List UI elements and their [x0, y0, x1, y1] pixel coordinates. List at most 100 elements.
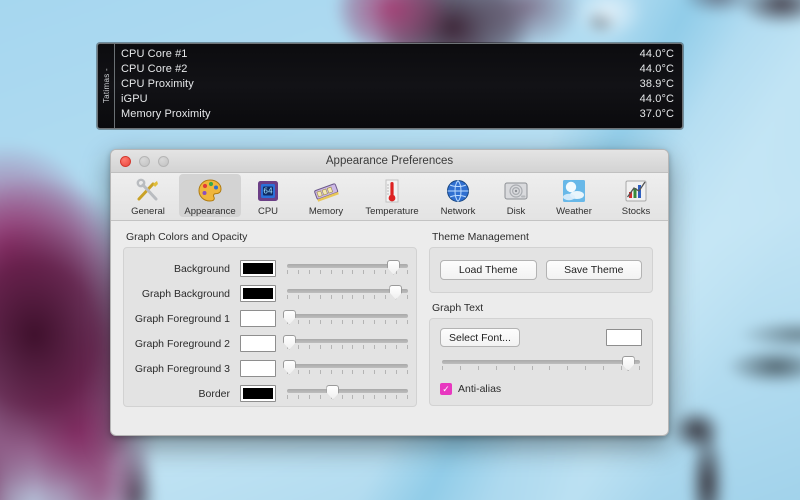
toolbar-item-memory[interactable]: Memory — [295, 174, 357, 217]
load-theme-button[interactable]: Load Theme — [440, 260, 537, 280]
window-titlebar[interactable]: Appearance Preferences — [111, 150, 668, 173]
toolbar-item-label: Stocks — [621, 206, 651, 217]
opacity-slider-track — [287, 313, 408, 318]
opacity-slider-track — [287, 363, 408, 368]
graph-color-label: Graph Background — [141, 287, 230, 300]
bar-chart-icon — [622, 176, 650, 205]
color-well[interactable] — [240, 285, 276, 302]
palette-icon — [196, 176, 224, 205]
toolbar-item-temperature[interactable]: Temperature — [357, 174, 427, 217]
theme-management-box: Load Theme Save Theme — [429, 247, 653, 293]
text-color-well[interactable] — [606, 329, 642, 346]
toolbar-item-label: Temperature — [365, 206, 419, 217]
text-size-slider-ticks — [442, 366, 640, 371]
opacity-slider[interactable] — [287, 384, 408, 403]
select-font-button[interactable]: Select Font... — [440, 328, 520, 347]
window-content: Graph Colors and Opacity Background Graph… — [111, 221, 668, 417]
monitor-sensor-row: iGPU 44.0°C — [121, 92, 674, 107]
monitor-sensor-label: Memory Proximity — [121, 108, 211, 120]
graph-color-row: Graph Foreground 2 — [130, 331, 408, 356]
monitor-sensor-row: Memory Proximity 37.0°C — [121, 107, 674, 122]
color-well[interactable] — [240, 335, 276, 352]
toolbar-item-label: Weather — [556, 206, 592, 217]
theme-button-row: Load Theme Save Theme — [440, 260, 642, 280]
opacity-slider-ticks — [287, 294, 408, 300]
graph-color-label: Background — [173, 262, 230, 275]
svg-text:64: 64 — [263, 186, 273, 195]
graph-colors-section: Graph Colors and Opacity Background Graph… — [123, 231, 417, 407]
opacity-slider-track — [287, 338, 408, 343]
graph-text-title: Graph Text — [432, 302, 484, 314]
toolbar-item-label: Disk — [506, 206, 526, 217]
graph-color-label: Graph Foreground 2 — [134, 337, 230, 350]
color-well[interactable] — [240, 360, 276, 377]
toolbar-item-label: General — [131, 206, 165, 217]
opacity-slider-ticks — [287, 369, 408, 375]
opacity-slider[interactable] — [287, 259, 408, 278]
graph-colors-box: Background Graph Background Graph Foregrou… — [123, 247, 417, 407]
monitor-sensor-value: 44.0°C — [639, 93, 674, 105]
antialias-row[interactable]: ✓ Anti-alias — [440, 383, 642, 395]
toolbar-item-label: Network — [440, 206, 476, 217]
color-well[interactable] — [240, 310, 276, 327]
cpu-chip-icon: 64 — [254, 176, 282, 205]
font-row: Select Font... — [440, 328, 642, 347]
antialias-label: Anti-alias — [458, 383, 502, 395]
graph-color-label: Graph Foreground 3 — [134, 362, 230, 375]
monitor-sensor-label: iGPU — [121, 93, 148, 105]
opacity-slider-track — [287, 388, 408, 393]
opacity-slider-ticks — [287, 394, 408, 400]
toolbar-item-network[interactable]: Network — [427, 174, 489, 217]
theme-management-title: Theme Management — [432, 231, 529, 243]
graph-color-row: Border — [130, 381, 408, 406]
window-title: Appearance Preferences — [325, 155, 454, 167]
color-well[interactable] — [240, 260, 276, 277]
toolbar-item-cpu[interactable]: 64 CPU — [241, 174, 295, 217]
opacity-slider-ticks — [287, 319, 408, 325]
graph-color-row: Graph Background — [130, 281, 408, 306]
graph-text-box: Select Font... ✓ Anti-alias — [429, 318, 653, 406]
monitor-sensor-value: 38.9°C — [639, 78, 674, 90]
toolbar-item-label: CPU — [257, 206, 279, 217]
text-size-slider-track — [442, 360, 640, 364]
tools-icon — [134, 176, 162, 205]
opacity-slider[interactable] — [282, 334, 408, 353]
graph-color-label: Border — [198, 387, 230, 400]
graph-colors-title: Graph Colors and Opacity — [126, 231, 248, 243]
monitor-sensor-row: CPU Core #1 44.0°C — [121, 47, 674, 62]
toolbar-item-disk[interactable]: Disk — [489, 174, 543, 217]
opacity-slider[interactable] — [282, 359, 408, 378]
opacity-slider[interactable] — [282, 309, 408, 328]
temperature-monitor-panel[interactable]: Tatimas - CPU Core #1 44.0°C CPU Core #2 44… — [97, 43, 683, 129]
antialias-checkbox[interactable]: ✓ — [440, 383, 452, 395]
toolbar-item-weather[interactable]: Weather — [543, 174, 605, 217]
opacity-slider[interactable] — [287, 284, 408, 303]
hard-disk-icon — [502, 176, 530, 205]
monitor-sensor-label: CPU Core #2 — [121, 63, 188, 75]
thermometer-icon — [378, 176, 406, 205]
toolbar-item-appearance[interactable]: Appearance — [179, 174, 241, 217]
monitor-sensor-row: CPU Core #2 44.0°C — [121, 62, 674, 77]
toolbar-item-label: Appearance — [184, 206, 236, 217]
toolbar-item-general[interactable]: General — [117, 174, 179, 217]
right-column: Theme Management Load Theme Save Theme G… — [429, 231, 653, 407]
toolbar-item-label: Memory — [308, 206, 344, 217]
desktop-screen: Tatimas - CPU Core #1 44.0°C CPU Core #2 44… — [0, 0, 800, 500]
appearance-preferences-window[interactable]: Appearance Preferences General Appearance… — [110, 149, 669, 436]
color-well[interactable] — [240, 385, 276, 402]
monitor-side-label-strip: Tatimas - — [98, 44, 115, 128]
weather-sun-icon — [560, 176, 588, 205]
monitor-sensor-label: CPU Proximity — [121, 78, 194, 90]
monitor-side-label: Tatimas - — [101, 68, 111, 104]
graph-color-row: Background — [130, 256, 408, 281]
text-size-slider[interactable] — [442, 356, 640, 374]
opacity-slider-ticks — [287, 344, 408, 350]
toolbar-item-stocks[interactable]: Stocks — [605, 174, 667, 217]
graph-color-label: Graph Foreground 1 — [134, 312, 230, 325]
monitor-sensor-value: 44.0°C — [639, 48, 674, 60]
save-theme-button[interactable]: Save Theme — [545, 260, 642, 280]
preferences-toolbar[interactable]: General Appearance 64 CPU Memory Temperature N… — [111, 173, 668, 221]
monitor-sensor-value: 44.0°C — [639, 63, 674, 75]
monitor-sensor-label: CPU Core #1 — [121, 48, 188, 60]
memory-ram-icon — [312, 176, 340, 205]
